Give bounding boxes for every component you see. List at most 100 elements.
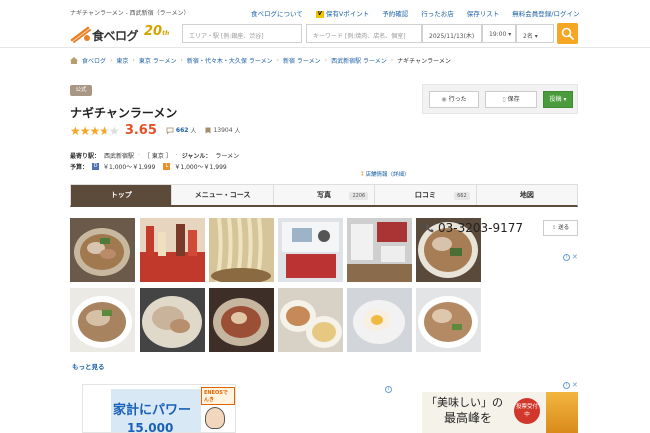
- bookmark-icon: ▯: [502, 96, 506, 103]
- photo-thumbnail[interactable]: [416, 288, 481, 352]
- info-icon: ⁑: [361, 172, 364, 178]
- time-select[interactable]: 19:00 ▾: [482, 24, 516, 43]
- visited-link[interactable]: 行ったお店: [421, 8, 454, 18]
- chevron-down-icon: ▾: [534, 33, 538, 40]
- tab-map[interactable]: 地図: [477, 185, 577, 205]
- comment-icon: [166, 127, 174, 134]
- keyword-input[interactable]: キーワード [例:焼肉、店名、個室]: [306, 24, 422, 43]
- breadcrumb-item[interactable]: 東京 ラーメン: [139, 56, 177, 65]
- send-button[interactable]: ⇪ 送る: [543, 220, 578, 236]
- share-icon: ⇪: [551, 225, 557, 231]
- date-select[interactable]: 2025/11/13(木): [422, 24, 482, 43]
- vpoint-icon: V: [315, 10, 324, 18]
- header-links: 食べログについて V 保有Vポイント 予約確認 行ったお店 保存リスト 無料会員登…: [251, 8, 579, 18]
- station-name[interactable]: 西武新宿駅: [104, 151, 134, 160]
- photo-thumbnail[interactable]: [140, 218, 205, 282]
- photo-thumbnail[interactable]: [70, 218, 135, 282]
- photo-thumbnail[interactable]: [70, 288, 135, 352]
- tab-reviews[interactable]: 口コミ 662: [375, 185, 477, 205]
- ad-info-icon[interactable]: i: [563, 382, 570, 389]
- shop-info-link[interactable]: ⁑ 店舗情報（詳細）: [361, 170, 410, 178]
- photo-thumbnail[interactable]: [209, 288, 274, 352]
- shop-tabs: トップ メニュー・コース 写真 2206 口コミ 662 地図: [70, 184, 578, 207]
- genre-value[interactable]: ラーメン: [215, 151, 239, 160]
- photo-thumbnail[interactable]: [347, 288, 412, 352]
- went-button[interactable]: ◉ 行った: [429, 91, 479, 108]
- bookmark-icon: [205, 127, 211, 134]
- dinner-budget: ￥1,000～￥1,999: [103, 164, 156, 171]
- breadcrumb-separator: ›: [180, 57, 183, 64]
- area-input[interactable]: エリア・駅 [例:銀座、渋谷]: [182, 24, 302, 43]
- logo-icon: [70, 26, 91, 43]
- photo-thumbnail[interactable]: [278, 288, 343, 352]
- photo-thumbnail[interactable]: [140, 288, 205, 352]
- dinner-icon: D: [92, 163, 100, 170]
- people-select[interactable]: 2名 ▾: [516, 24, 554, 43]
- breadcrumb-item[interactable]: 食べログ: [82, 56, 106, 65]
- tab-menu[interactable]: メニュー・コース: [172, 185, 274, 205]
- station-row: 最寄り駅： 西武新宿駅 · ［ 東京 ］ · ジャンル： ラーメン: [70, 151, 240, 160]
- ad-headline: 家計にパワー: [113, 403, 192, 418]
- search-icon: [561, 27, 574, 40]
- more-photos-link[interactable]: もっと見る: [72, 361, 105, 371]
- shop-name: ナギチャンラーメン: [70, 106, 178, 120]
- rating-row: ★★★★ ★ ★ 3.65 662 人 13904 人: [70, 123, 241, 138]
- photo-count: 2206: [349, 192, 369, 200]
- phone-number[interactable]: 03-3203-9177: [425, 221, 523, 235]
- home-icon: [70, 57, 78, 64]
- vpoint-link[interactable]: V 保有Vポイント: [315, 8, 369, 18]
- review-tab-count: 662: [454, 192, 470, 200]
- breadcrumb-separator: ›: [324, 57, 328, 64]
- ad-info-icon[interactable]: i: [385, 386, 392, 393]
- breadcrumb-current: ナギチャンラーメン: [397, 58, 451, 65]
- breadcrumb: 食べログ › 東京 › 東京 ラーメン › 新宿・代々木・大久保 ラーメン › …: [70, 56, 451, 65]
- action-box: ◉ 行った ▯ 保存 投稿 ▾: [422, 84, 578, 114]
- pin-icon: ◉: [441, 96, 447, 103]
- reservation-link[interactable]: 予約確認: [382, 8, 408, 18]
- chevron-down-icon: ▾: [508, 31, 512, 38]
- ad-close-icon[interactable]: ✕: [572, 253, 578, 261]
- ad-banner-left[interactable]: ENEOSでんき 家計にパワー 15,000: [82, 384, 236, 433]
- saved-list-link[interactable]: 保存リスト: [467, 8, 500, 18]
- ad-trophy-image: [546, 392, 578, 433]
- official-badge: 公式: [70, 85, 92, 96]
- tab-photos[interactable]: 写真 2206: [274, 185, 376, 205]
- photo-thumbnail[interactable]: [347, 218, 412, 282]
- breadcrumb-item[interactable]: 新宿・代々木・大久保 ラーメン: [187, 56, 273, 65]
- tabelog-logo[interactable]: 食べログ 20th: [70, 24, 182, 44]
- breadcrumb-separator: ›: [276, 57, 279, 64]
- logo-text: 食べログ: [92, 29, 139, 43]
- photo-thumbnail[interactable]: [209, 218, 274, 282]
- save-button[interactable]: ▯ 保存: [485, 91, 537, 108]
- photo-thumbnail[interactable]: [278, 218, 343, 282]
- chevron-down-icon: ▾: [563, 96, 567, 103]
- search-button[interactable]: [557, 23, 578, 44]
- breadcrumb-separator: ›: [132, 57, 135, 64]
- area-tag[interactable]: ［ 東京 ］: [144, 151, 172, 160]
- rating-score: 3.65: [124, 123, 157, 138]
- anniversary-badge: 20th: [144, 24, 170, 39]
- ad-text-line1: 「美味しい」の: [426, 396, 503, 409]
- breadcrumb-item[interactable]: 東京: [116, 56, 128, 65]
- about-link[interactable]: 食べログについて: [251, 8, 303, 18]
- phone-icon: [425, 223, 434, 233]
- ad-illustration: [205, 407, 225, 429]
- tab-top[interactable]: トップ: [71, 185, 173, 205]
- lunch-budget: ￥1,000～￥1,999: [174, 164, 227, 171]
- ad-banner-right[interactable]: 「美味しい」の 最高峰を 投票受付中: [422, 392, 578, 433]
- save-count: 13904 人: [205, 126, 241, 135]
- review-count[interactable]: 662 人: [166, 126, 196, 135]
- ad-text-line2: 最高峰を: [444, 411, 493, 425]
- post-review-button[interactable]: 投稿 ▾: [543, 91, 573, 108]
- page-title: ナギチャンラーメン - 西武新宿（ラーメン）: [70, 10, 190, 17]
- ad-close-icon[interactable]: ✕: [572, 381, 578, 389]
- lunch-icon: L: [163, 163, 171, 170]
- register-login-link[interactable]: 無料会員登録/ログイン: [512, 8, 579, 18]
- breadcrumb-item[interactable]: 新宿 ラーメン: [283, 56, 321, 65]
- budget-row: 予算： D ￥1,000～￥1,999 L ￥1,000～￥1,999: [70, 163, 227, 171]
- ad-vote-badge: 投票受付中: [514, 398, 540, 424]
- breadcrumb-item[interactable]: 西武新宿駅 ラーメン: [331, 56, 387, 65]
- ad-info-icon[interactable]: i: [563, 254, 570, 261]
- rating-stars: ★★★★ ★ ★: [70, 123, 120, 138]
- search-bar: 食べログ 20th エリア・駅 [例:銀座、渋谷] キーワード [例:焼肉、店名…: [0, 20, 650, 48]
